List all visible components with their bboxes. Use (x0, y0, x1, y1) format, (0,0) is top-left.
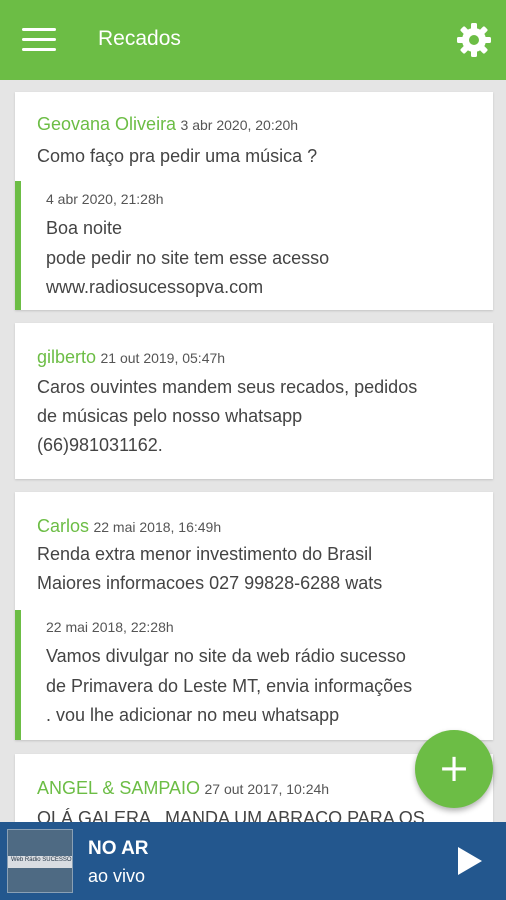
app-bar: Recados (0, 0, 506, 80)
reply-text: Vamos divulgar no site da web rádio suce… (46, 642, 475, 731)
reply-line: pode pedir no site tem esse acesso (46, 247, 330, 268)
message-line: (66)981031162. (37, 435, 163, 455)
message-line: de músicas pelo nosso whatsapp (37, 406, 303, 426)
hamburger-menu-icon[interactable] (22, 28, 56, 52)
station-logo-text: Web Rádio SUCESSO (11, 857, 72, 863)
gear-icon[interactable] (456, 22, 492, 58)
page-title: Recados (98, 27, 181, 50)
message-line: Renda extra menor investimento do Brasil (37, 544, 373, 564)
station-thumbnail: Web Rádio SUCESSO (7, 829, 73, 893)
message-header: ANGEL & SAMPAIO 27 out 2017, 10:24h (37, 778, 475, 799)
message-author: Carlos (37, 516, 90, 536)
reply-block: 4 abr 2020, 21:28h Boa noite pode pedir … (15, 181, 493, 310)
reply-block: 22 mai 2018, 22:28h Vamos divulgar no si… (15, 610, 493, 740)
play-icon[interactable] (452, 844, 486, 878)
message-text: Como faço pra pedir uma música ? (37, 146, 318, 166)
player-title: NO AR (88, 838, 149, 859)
player-bar[interactable]: Web Rádio SUCESSO NO AR ao vivo (0, 822, 506, 900)
message-author: ANGEL & SAMPAIO (37, 778, 201, 798)
message-text: OLÁ GALERA , MANDA UM ABRAÇO PARA OS (37, 808, 425, 822)
message-text: Caros ouvintes mandem seus recados, pedi… (37, 373, 475, 460)
message-date: 27 out 2017, 10:24h (204, 781, 330, 797)
reply-date: 4 abr 2020, 21:28h (46, 191, 164, 207)
reply-line: Boa noite (46, 218, 123, 238)
message-line: Maiores informacoes 027 99828-6288 wats (37, 573, 383, 593)
message-card[interactable]: gilberto 21 out 2019, 05:47h Caros ouvin… (15, 323, 493, 479)
reply-date: 22 mai 2018, 22:28h (46, 619, 174, 635)
message-header: Carlos 22 mai 2018, 16:49h (37, 516, 475, 537)
reply-line: Vamos divulgar no site da web rádio suce… (46, 646, 406, 666)
message-card[interactable]: Carlos 22 mai 2018, 16:49h Renda extra m… (15, 492, 493, 740)
message-date: 22 mai 2018, 16:49h (93, 519, 222, 535)
message-date: 3 abr 2020, 20:20h (180, 117, 299, 133)
messages-list[interactable]: Geovana Oliveira 3 abr 2020, 20:20h Como… (0, 80, 506, 822)
message-header: Geovana Oliveira 3 abr 2020, 20:20h (37, 114, 475, 135)
message-text: Renda extra menor investimento do Brasil… (37, 540, 475, 598)
message-line: Caros ouvintes mandem seus recados, pedi… (37, 377, 418, 397)
reply-text: Boa noite pode pedir no site tem esse ac… (46, 214, 475, 303)
add-message-button[interactable]: + (415, 730, 493, 808)
message-author: Geovana Oliveira (37, 114, 177, 134)
plus-icon: + (438, 746, 470, 790)
reply-line: . vou lhe adicionar no meu whatsapp (46, 705, 340, 725)
player-subtitle: ao vivo (88, 866, 146, 886)
message-card[interactable]: Geovana Oliveira 3 abr 2020, 20:20h Como… (15, 92, 493, 310)
message-author: gilberto (37, 347, 97, 367)
reply-line[interactable]: www.radiosucessopva.com (46, 273, 475, 303)
message-header: gilberto 21 out 2019, 05:47h (37, 347, 475, 368)
reply-line: de Primavera do Leste MT, envia informaç… (46, 675, 413, 696)
message-date: 21 out 2019, 05:47h (100, 350, 226, 366)
